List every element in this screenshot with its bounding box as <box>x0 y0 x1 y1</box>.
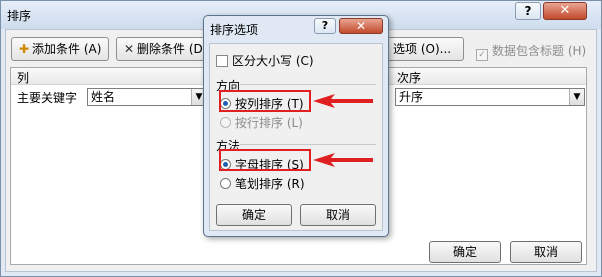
divider <box>240 84 376 85</box>
cancel-button[interactable]: 取消 <box>510 241 582 263</box>
case-sensitive-label: 区分大小写 (C) <box>232 54 314 68</box>
stroke-sort-label: 笔划排序 (R) <box>235 177 305 191</box>
highlight-box <box>219 149 311 171</box>
radio-unselected-icon <box>220 178 231 189</box>
help-button[interactable]: ? <box>515 2 541 20</box>
options-button[interactable]: 选项 (O)... <box>386 37 464 61</box>
order-select-value: 升序 <box>399 90 424 104</box>
annotation-arrow-icon <box>313 94 373 108</box>
stroke-sort-radio[interactable]: 笔划排序 (R) <box>220 175 305 192</box>
sort-options-dialog: 排序选项 ? ✕ 区分大小写 (C) 方向 按列排序 (T) 按行排序 (L) … <box>203 15 389 237</box>
delete-condition-icon: ✕ <box>123 42 135 56</box>
add-condition-label: 添加条件 (A) <box>32 42 102 56</box>
column-select[interactable]: 姓名 ▼ <box>87 88 207 106</box>
options-body: 区分大小写 (C) 方向 按列排序 (T) 按行排序 (L) 方法 字母排序 (… <box>209 43 383 231</box>
header-checkbox-label: 数据包含标题 (H) <box>492 44 587 58</box>
divider <box>240 144 376 145</box>
annotation-arrow-icon <box>313 153 373 167</box>
close-button[interactable]: ✕ <box>543 2 587 20</box>
sort-by-row-label: 按行排序 (L) <box>235 116 303 130</box>
case-sensitive-checkbox[interactable]: 区分大小写 (C) <box>216 52 314 69</box>
sort-by-row-radio[interactable]: 按行排序 (L) <box>220 114 303 131</box>
column-header-column: 列 <box>17 71 30 85</box>
options-close-button[interactable]: ✕ <box>339 18 383 34</box>
header-checkbox[interactable]: ✓ 数据包含标题 (H) <box>476 42 586 61</box>
delete-condition-label: 删除条件 (D) <box>137 42 208 56</box>
checkbox-checked-icon: ✓ <box>476 49 488 61</box>
add-condition-button[interactable]: ✚ 添加条件 (A) <box>11 37 109 61</box>
options-dialog-title: 排序选项 <box>210 23 259 37</box>
highlight-box <box>219 90 311 112</box>
order-select[interactable]: 升序 ▼ <box>395 88 585 106</box>
delete-condition-button[interactable]: ✕ 删除条件 (D) <box>116 37 214 61</box>
primary-key-label: 主要关键字 <box>17 91 78 105</box>
options-ok-button[interactable]: 确定 <box>216 204 292 226</box>
options-help-button[interactable]: ? <box>314 18 336 34</box>
dialog-title: 排序 <box>7 9 32 23</box>
options-cancel-button[interactable]: 取消 <box>300 204 376 226</box>
radio-disabled-icon <box>220 117 231 128</box>
column-header-order: 次序 <box>397 71 422 85</box>
add-condition-icon: ✚ <box>18 42 30 56</box>
column-select-value: 姓名 <box>91 90 116 104</box>
ok-button[interactable]: 确定 <box>429 241 501 263</box>
options-label: 选项 (O)... <box>393 42 452 56</box>
dropdown-arrow-icon[interactable]: ▼ <box>569 89 584 105</box>
checkbox-unchecked-icon <box>216 55 228 67</box>
